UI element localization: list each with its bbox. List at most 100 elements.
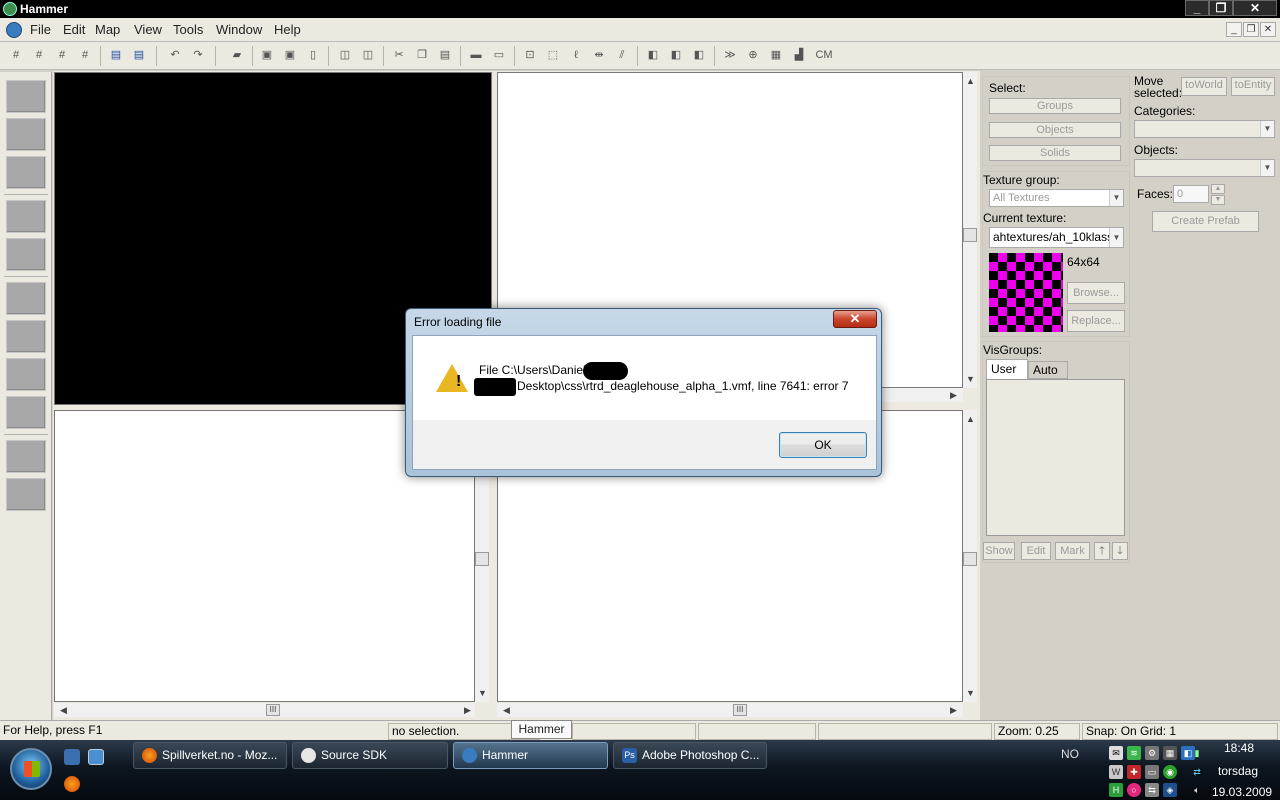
grid-toggle-icon[interactable]: # (7, 47, 25, 64)
menu-map[interactable]: Map (95, 22, 120, 37)
taskbar-button-photoshop[interactable]: Ps Adobe Photoshop C... (613, 742, 767, 769)
browse-button[interactable]: Browse... (1067, 282, 1125, 304)
entity-tool-button[interactable] (6, 200, 46, 233)
mark-button[interactable]: Mark (1055, 542, 1090, 560)
cordon-icon[interactable]: ▟ (790, 47, 808, 64)
tray-network-icon[interactable]: ⇆ (1145, 783, 1159, 797)
menu-file[interactable]: File (30, 22, 51, 37)
magnify-tool-button[interactable] (6, 118, 46, 151)
grid-smaller-icon[interactable]: # (53, 47, 71, 64)
ungroup-icon[interactable]: ▤ (130, 47, 148, 64)
flip-horizontal-icon[interactable]: ⇹ (590, 47, 608, 64)
close-window-button[interactable]: ✕ (1233, 0, 1277, 16)
copy-icon[interactable]: ❐ (413, 47, 431, 64)
grid-3d-icon[interactable]: # (30, 47, 48, 64)
block-tool-button[interactable] (6, 238, 46, 271)
tray-steam-icon[interactable]: ⚙ (1145, 746, 1159, 760)
mdi-minimize-icon[interactable]: _ (1226, 22, 1242, 37)
tray-icon-4[interactable]: ▦ (1163, 746, 1177, 760)
language-indicator[interactable]: NO (1061, 747, 1079, 761)
redo-icon[interactable]: ↷ (189, 47, 207, 64)
front-viewport-hscroll[interactable]: ◀ III ▶ (54, 703, 475, 717)
clock-date[interactable]: 19.03.2009 (1212, 785, 1272, 799)
flip-vertical-icon[interactable]: ⫽ (613, 47, 631, 64)
decal-tool-button[interactable] (6, 358, 46, 391)
tray-icon-8[interactable]: ▭ (1145, 765, 1159, 779)
side-viewport-vscroll[interactable]: ▲ ▼ (963, 410, 977, 702)
show-button[interactable]: Show (983, 542, 1015, 560)
align-icon[interactable]: ℓ (567, 47, 585, 64)
tray-icon-10[interactable]: H (1109, 783, 1123, 797)
size-to-fit-icon[interactable]: ⊡ (521, 47, 539, 64)
cut-icon[interactable]: ✂ (390, 47, 408, 64)
to-world-button[interactable]: toWorld (1181, 77, 1227, 96)
menu-view[interactable]: View (134, 22, 162, 37)
cordon-mode-button[interactable]: CM (813, 47, 835, 64)
select-groups-button[interactable]: Groups (989, 98, 1121, 114)
tray-icon-13[interactable]: ◈ (1163, 783, 1177, 797)
undo-icon[interactable]: ↶ (166, 47, 184, 64)
minimize-button[interactable]: _ (1185, 0, 1209, 16)
tray-icon-9[interactable]: ◉ (1163, 765, 1177, 779)
select-region-icon[interactable]: ⬚ (544, 47, 562, 64)
visgroups-list[interactable] (986, 379, 1125, 536)
group-icon[interactable]: ▤ (107, 47, 125, 64)
select-solids-button[interactable]: Solids (989, 145, 1121, 161)
top-viewport-vscroll[interactable]: ▲ ▼ (963, 72, 977, 388)
taskbar-button-source-sdk[interactable]: Source SDK (292, 742, 448, 769)
menu-window[interactable]: Window (216, 22, 262, 37)
selection-tool-button[interactable] (6, 80, 46, 113)
paste-icon[interactable]: ▤ (436, 47, 454, 64)
path-tool-button[interactable] (6, 478, 46, 511)
mdi-restore-icon[interactable]: ❐ (1243, 22, 1259, 37)
move-to-world-icon[interactable]: ◫ (359, 47, 377, 64)
clock-time[interactable]: 18:48 (1224, 741, 1254, 755)
replace-button[interactable]: Replace... (1067, 310, 1125, 332)
clock-day[interactable]: torsdag (1218, 764, 1258, 778)
faces-down-icon[interactable]: ▼ (1211, 195, 1225, 205)
camera-tool-button[interactable] (6, 156, 46, 189)
tray-icon-11[interactable]: ○ (1127, 783, 1141, 797)
run-map-icon[interactable]: ≫ (721, 47, 739, 64)
grid-larger-icon[interactable]: # (76, 47, 94, 64)
dialog-close-button[interactable]: ✕ (833, 310, 877, 328)
apply-texture-button[interactable] (6, 320, 46, 353)
side-viewport-hscroll[interactable]: ◀ III ▶ (497, 703, 963, 717)
select-objects-button[interactable]: Objects (989, 122, 1121, 138)
switch-windows-icon[interactable] (88, 749, 104, 765)
vertex-tool-button[interactable] (6, 440, 46, 473)
texture-align-icon[interactable]: ◧ (690, 47, 708, 64)
move-down-icon[interactable]: 🡓 (1112, 542, 1128, 560)
menu-help[interactable]: Help (274, 22, 301, 37)
firefox-quicklaunch-icon[interactable] (64, 776, 80, 792)
tab-user[interactable]: User (986, 359, 1028, 379)
tray-shield-icon[interactable]: ✚ (1127, 765, 1141, 779)
tray-battery-icon[interactable]: ▮ (1190, 746, 1204, 760)
texture-scale-lock-icon[interactable]: ◧ (667, 47, 685, 64)
maximize-button[interactable]: ❐ (1209, 0, 1233, 16)
menu-tools[interactable]: Tools (173, 22, 203, 37)
tray-icon-2[interactable]: ≋ (1127, 746, 1141, 760)
current-texture-dropdown[interactable]: ahtextures/ah_10klasse ▼ (989, 227, 1124, 248)
faces-input[interactable]: 0 (1173, 185, 1209, 203)
create-prefab-button[interactable]: Create Prefab (1152, 211, 1259, 232)
tray-icon-1[interactable]: ✉ (1109, 746, 1123, 760)
objects-dropdown[interactable]: ▼ (1134, 159, 1275, 177)
carve-icon[interactable]: ▰ (228, 47, 246, 64)
hide-unselected-icon[interactable]: ▯ (304, 47, 322, 64)
compile-icon[interactable]: ⊕ (744, 47, 762, 64)
menu-edit[interactable]: Edit (63, 22, 85, 37)
3d-grid-icon[interactable]: ▦ (767, 47, 785, 64)
volume-icon[interactable]: 🔈︎ (1190, 783, 1204, 797)
clipping-tool-button[interactable] (6, 396, 46, 429)
show-desktop-icon[interactable] (64, 749, 80, 765)
show-all-icon[interactable]: ▣ (281, 47, 299, 64)
faces-up-icon[interactable]: ▲ (1211, 184, 1225, 194)
tray-icon-15[interactable]: ⇄ (1190, 765, 1204, 779)
ok-button[interactable]: OK (779, 432, 867, 458)
hollow-icon[interactable]: ▬ (467, 47, 485, 64)
texture-lock-icon[interactable]: ◧ (644, 47, 662, 64)
tray-icon-6[interactable]: W (1109, 765, 1123, 779)
mdi-close-icon[interactable]: ✕ (1260, 22, 1276, 37)
categories-dropdown[interactable]: ▼ (1134, 120, 1275, 138)
